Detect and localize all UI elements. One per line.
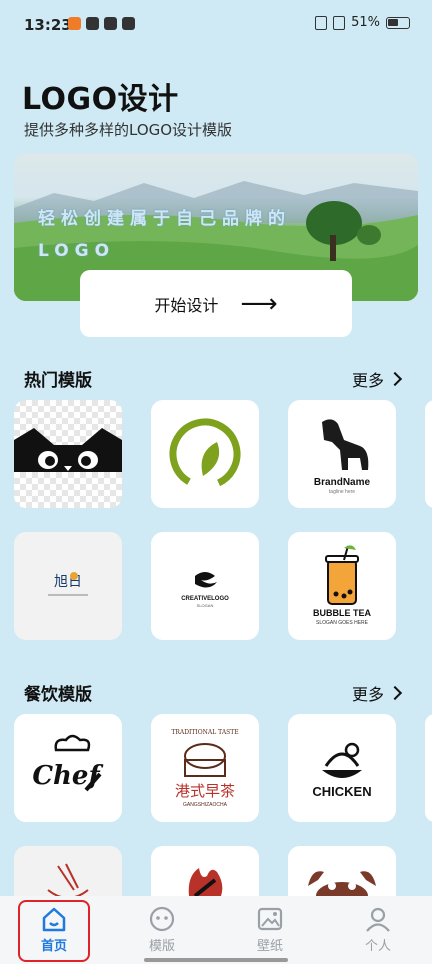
more-label: 更多 <box>351 685 384 704</box>
chicken-logo-image: CHICKEN <box>312 742 372 799</box>
home-icon <box>42 907 66 932</box>
app-notification-icon <box>122 17 135 30</box>
template-icon <box>149 906 175 932</box>
template-card-dog[interactable]: BrandName tagline here <box>288 400 396 508</box>
template-card-partial[interactable] <box>425 400 432 508</box>
traditional-text: TRADITIONAL TASTE <box>171 729 238 736</box>
gesture-home-bar[interactable] <box>144 958 288 962</box>
cat-logo-image <box>14 428 122 472</box>
nav-home-label: 首页 <box>40 939 67 954</box>
wallpaper-icon <box>257 907 283 931</box>
chevron-right-icon <box>387 371 403 387</box>
zaocha-sub: GANGSHIZAOCHA <box>183 802 228 808</box>
template-card-chicken[interactable]: CHICKEN <box>288 714 396 822</box>
nav-wallpaper-label: 壁纸 <box>256 939 283 954</box>
zaocha-text: 港式早茶 <box>175 782 235 800</box>
start-design-button[interactable]: 开始设计 ⟶ <box>80 270 352 337</box>
food-templates-title: 餐饮模版 <box>24 685 92 705</box>
template-card-partial[interactable] <box>425 714 432 822</box>
profile-icon <box>366 907 390 932</box>
page-subtitle: 提供多种多样的LOGO设计模版 <box>24 121 233 139</box>
nav-profile[interactable]: 个人 <box>324 896 432 964</box>
template-card-xuri[interactable]: 旭日 <box>14 532 122 640</box>
template-card-cat[interactable] <box>14 400 122 508</box>
zaocha-logo-image: TRADITIONAL TASTE 港式早茶 GANGSHIZAOCHA <box>171 729 238 808</box>
status-time: 13:23 <box>24 16 72 34</box>
status-bar: 13:23 51% <box>0 0 432 50</box>
leaf-logo-image <box>169 418 241 490</box>
start-design-label: 开始设计 <box>154 295 219 315</box>
more-label: 更多 <box>351 371 384 390</box>
chicken-text: CHICKEN <box>312 784 371 799</box>
xuri-logo-image: 旭日 <box>48 572 88 596</box>
bubbletea-text: BUBBLE TEA <box>313 608 371 618</box>
status-right: 51% <box>315 15 410 30</box>
page-title: LOGO设计 <box>22 82 179 117</box>
food-more-button[interactable]: 更多 <box>351 681 403 705</box>
brandname-text: BrandName <box>314 477 371 488</box>
app-notification-icon <box>104 17 117 30</box>
nav-profile-label: 个人 <box>364 939 391 954</box>
nav-home[interactable]: 首页 <box>0 896 108 964</box>
chef-text: Chef <box>32 761 103 791</box>
template-card-zaocha[interactable]: TRADITIONAL TASTE 港式早茶 GANGSHIZAOCHA <box>151 714 259 822</box>
hot-more-button[interactable]: 更多 <box>351 367 403 391</box>
app-notification-icon <box>86 17 99 30</box>
template-card-chef[interactable]: Chef <box>14 714 122 822</box>
sim-icon <box>333 15 346 30</box>
battery-icon <box>386 16 410 29</box>
notification-icons <box>68 17 135 30</box>
banner-text: 轻松创建属于自己品牌的LOGO <box>38 209 291 261</box>
bubbletea-logo-image: BUBBLE TEA SLOGAN GOES HERE <box>313 545 371 626</box>
template-card-bubbletea[interactable]: BUBBLE TEA SLOGAN GOES HERE <box>288 532 396 640</box>
creative-text: CREATIVELOGO <box>181 596 229 602</box>
app-notification-icon <box>68 17 81 30</box>
brandname-tagline: tagline here <box>329 489 355 495</box>
template-card-creative[interactable]: CREATIVELOGO SLOGAN <box>151 532 259 640</box>
vibrate-icon <box>315 15 328 30</box>
chef-logo-image: Chef <box>32 734 103 792</box>
creative-slogan: SLOGAN <box>197 603 214 608</box>
battery-percent: 51% <box>351 15 380 30</box>
hot-templates-title: 热门模版 <box>24 371 92 391</box>
nav-templates[interactable]: 模版 <box>108 896 216 964</box>
bottom-nav: 首页 模版 壁纸 个人 <box>0 896 432 964</box>
creative-logo-image: CREATIVELOGO SLOGAN <box>181 572 229 608</box>
arrow-right-icon: ⟶ <box>240 288 278 319</box>
nav-templates-label: 模版 <box>148 939 175 954</box>
nav-wallpaper[interactable]: 壁纸 <box>216 896 324 964</box>
dog-logo-image: BrandName tagline here <box>314 419 371 495</box>
bubbletea-slogan: SLOGAN GOES HERE <box>316 620 369 626</box>
chevron-right-icon <box>387 685 403 701</box>
template-card-leaf[interactable] <box>151 400 259 508</box>
